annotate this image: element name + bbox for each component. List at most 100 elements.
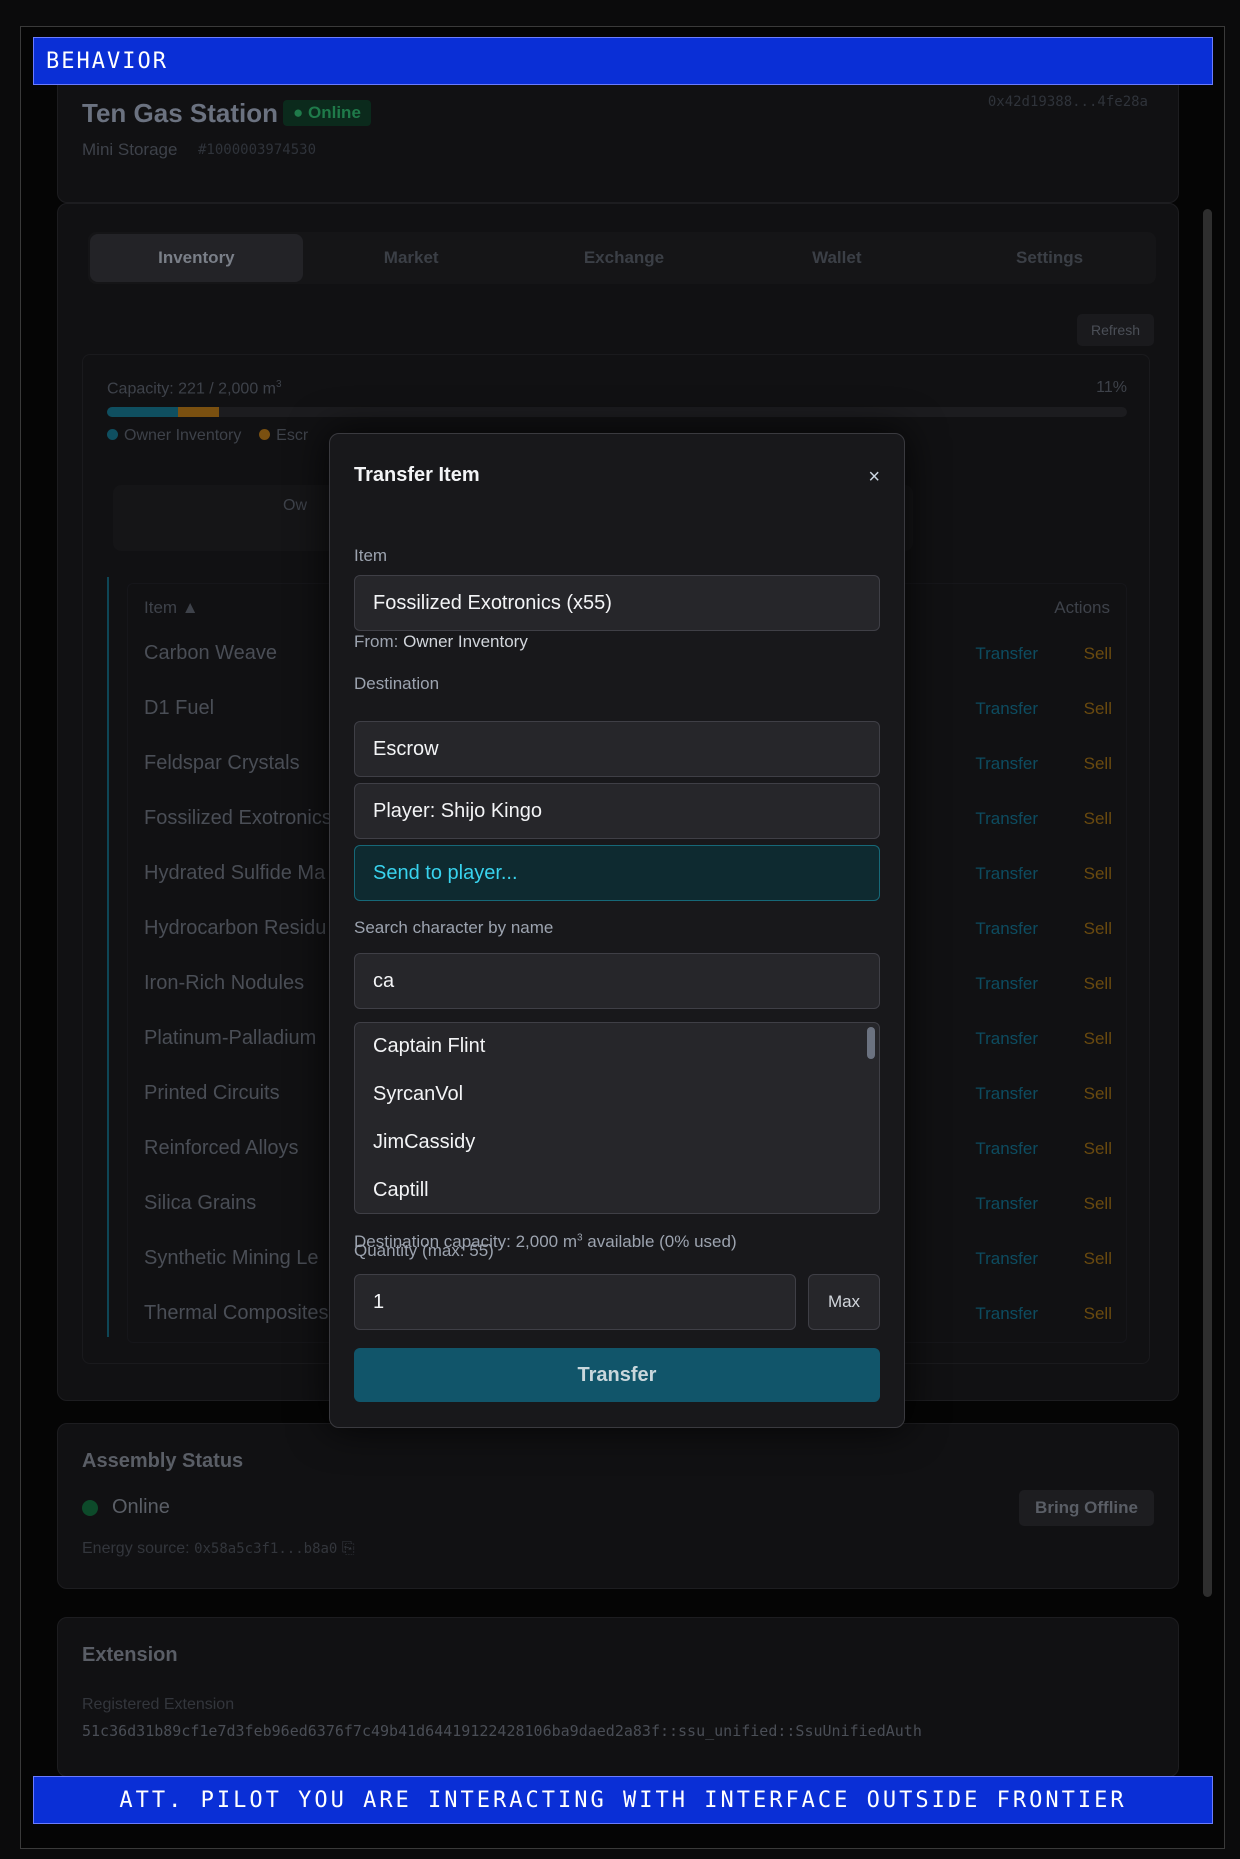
row-sell-link[interactable]: Sell bbox=[1084, 919, 1112, 939]
row-transfer-link[interactable]: Transfer bbox=[975, 974, 1038, 994]
extension-panel: Extension Registered Extension 51c36d31b… bbox=[57, 1617, 1179, 1777]
bottom-banner: ATT. PILOT YOU ARE INTERACTING WITH INTE… bbox=[33, 1776, 1213, 1824]
result-item[interactable]: SyrcanVol bbox=[373, 1083, 463, 1106]
row-transfer-link[interactable]: Transfer bbox=[975, 644, 1038, 664]
search-results: Captain Flint SyrcanVol JimCassidy Capti… bbox=[354, 1022, 880, 1214]
transfer-modal: Transfer Item × Item Fossilized Exotroni… bbox=[329, 433, 905, 1428]
destination-player[interactable]: Player: Shijo Kingo bbox=[354, 783, 880, 839]
row-sell-link[interactable]: Sell bbox=[1084, 754, 1112, 774]
quantity-input[interactable]: 1 bbox=[354, 1274, 796, 1330]
escrow-dot-icon bbox=[259, 429, 271, 440]
top-banner: BEHAVIOR bbox=[33, 37, 1213, 85]
bring-offline-button[interactable]: Bring Offline bbox=[1019, 1490, 1154, 1526]
row-transfer-link[interactable]: Transfer bbox=[975, 1029, 1038, 1049]
row-transfer-link[interactable]: Transfer bbox=[975, 1139, 1038, 1159]
row-transfer-link[interactable]: Transfer bbox=[975, 919, 1038, 939]
tab-exchange[interactable]: Exchange bbox=[518, 232, 731, 284]
top-banner-text: BEHAVIOR bbox=[46, 48, 168, 74]
online-dot-icon bbox=[82, 1500, 98, 1516]
row-sell-link[interactable]: Sell bbox=[1084, 1194, 1112, 1214]
owner-dot-icon bbox=[107, 429, 118, 440]
result-item[interactable]: JimCassidy bbox=[373, 1131, 475, 1154]
row-transfer-link[interactable]: Transfer bbox=[975, 699, 1038, 719]
assembly-title: Assembly Status bbox=[82, 1450, 244, 1472]
destination-send-to-player[interactable]: Send to player... bbox=[354, 845, 880, 901]
row-transfer-link[interactable]: Transfer bbox=[975, 1084, 1038, 1104]
capacity-percent: 11% bbox=[1096, 379, 1127, 396]
row-transfer-link[interactable]: Transfer bbox=[975, 864, 1038, 884]
registered-extension-value: 51c36d31b89cf1e7d3feb96ed6376f7c49b41d64… bbox=[82, 1722, 922, 1740]
capacity-legend: Owner Inventory Escr bbox=[107, 427, 308, 445]
tab-settings[interactable]: Settings bbox=[943, 232, 1156, 284]
tab-wallet[interactable]: Wallet bbox=[730, 232, 943, 284]
page-scrollbar[interactable] bbox=[1203, 209, 1212, 1597]
transfer-button[interactable]: Transfer bbox=[354, 1348, 880, 1402]
capacity-label: Capacity: 221 / 2,000 m3 bbox=[107, 379, 282, 398]
tab-bar: Inventory Market Exchange Wallet Setting… bbox=[88, 232, 1156, 284]
legend-owner: Owner Inventory bbox=[124, 427, 242, 444]
row-sell-link[interactable]: Sell bbox=[1084, 699, 1112, 719]
col-item-header[interactable]: Item ▲ bbox=[144, 598, 199, 618]
item-name: Thermal Composites bbox=[144, 1302, 329, 1324]
item-name: Silica Grains bbox=[144, 1192, 257, 1214]
copy-icon[interactable]: ⎘ bbox=[342, 1540, 355, 1557]
station-id: #1000003974530 bbox=[198, 142, 317, 158]
owner-summary-label: Ow bbox=[283, 497, 307, 514]
capacity-fill-owner bbox=[107, 407, 179, 417]
row-sell-link[interactable]: Sell bbox=[1084, 1084, 1112, 1104]
item-name: D1 Fuel bbox=[144, 697, 215, 719]
search-input[interactable]: ca bbox=[354, 953, 880, 1009]
destination-label: Destination bbox=[354, 674, 440, 693]
max-button[interactable]: Max bbox=[808, 1274, 880, 1330]
legend-escrow: Escr bbox=[276, 427, 309, 444]
item-name: Platinum-Palladium bbox=[144, 1027, 317, 1049]
quantity-label: Quantity (max: 55) bbox=[354, 1241, 494, 1260]
item-name: Hydrocarbon Residu bbox=[144, 917, 327, 939]
station-type: Mini Storage bbox=[82, 140, 178, 159]
item-name: Hydrated Sulfide Ma bbox=[144, 862, 326, 884]
col-actions-header: Actions bbox=[1054, 598, 1110, 617]
bottom-banner-text: ATT. PILOT YOU ARE INTERACTING WITH INTE… bbox=[119, 1787, 1127, 1813]
row-transfer-link[interactable]: Transfer bbox=[975, 1304, 1038, 1324]
item-name: Reinforced Alloys bbox=[144, 1137, 299, 1159]
row-sell-link[interactable]: Sell bbox=[1084, 1029, 1112, 1049]
header-panel: Ten Gas Station ● Online Mini Storage #1… bbox=[57, 67, 1179, 203]
tab-inventory[interactable]: Inventory bbox=[90, 234, 303, 282]
row-transfer-link[interactable]: Transfer bbox=[975, 1194, 1038, 1214]
search-label: Search character by name bbox=[354, 918, 554, 937]
item-name: Synthetic Mining Le bbox=[144, 1247, 319, 1269]
item-field[interactable]: Fossilized Exotronics (x55) bbox=[354, 575, 880, 631]
result-item[interactable]: Captain Flint bbox=[373, 1035, 485, 1058]
close-icon[interactable]: × bbox=[868, 466, 880, 489]
assembly-status: Online bbox=[112, 1496, 170, 1518]
registered-extension-label: Registered Extension bbox=[82, 1696, 235, 1713]
station-title: Ten Gas Station bbox=[82, 98, 278, 128]
capacity-bar bbox=[107, 407, 1127, 417]
station-address[interactable]: 0x42d19388...4fe28a bbox=[988, 94, 1148, 110]
item-label: Item bbox=[354, 546, 388, 565]
item-name: Carbon Weave bbox=[144, 642, 278, 664]
row-sell-link[interactable]: Sell bbox=[1084, 1304, 1112, 1324]
extension-title: Extension bbox=[82, 1644, 178, 1666]
tab-market[interactable]: Market bbox=[305, 232, 518, 284]
row-sell-link[interactable]: Sell bbox=[1084, 644, 1112, 664]
row-sell-link[interactable]: Sell bbox=[1084, 1139, 1112, 1159]
background-page: Ten Gas Station ● Online Mini Storage #1… bbox=[21, 27, 1224, 1848]
results-scrollbar[interactable] bbox=[867, 1027, 875, 1059]
row-transfer-link[interactable]: Transfer bbox=[975, 754, 1038, 774]
destination-escrow[interactable]: Escrow bbox=[354, 721, 880, 777]
result-item[interactable]: Captill bbox=[373, 1179, 429, 1202]
row-transfer-link[interactable]: Transfer bbox=[975, 809, 1038, 829]
from-text: From: Owner Inventory bbox=[354, 632, 528, 651]
row-transfer-link[interactable]: Transfer bbox=[975, 1249, 1038, 1269]
capacity-fill-escrow bbox=[178, 407, 220, 417]
row-sell-link[interactable]: Sell bbox=[1084, 864, 1112, 884]
item-name: Printed Circuits bbox=[144, 1082, 280, 1104]
item-name: Fossilized Exotronics bbox=[144, 807, 332, 829]
refresh-button[interactable]: Refresh bbox=[1076, 314, 1154, 346]
row-sell-link[interactable]: Sell bbox=[1084, 1249, 1112, 1269]
row-sell-link[interactable]: Sell bbox=[1084, 809, 1112, 829]
modal-title: Transfer Item bbox=[354, 464, 480, 486]
energy-source: Energy source: 0x58a5c3f1...b8a0 ⎘ bbox=[82, 1540, 355, 1557]
row-sell-link[interactable]: Sell bbox=[1084, 974, 1112, 994]
